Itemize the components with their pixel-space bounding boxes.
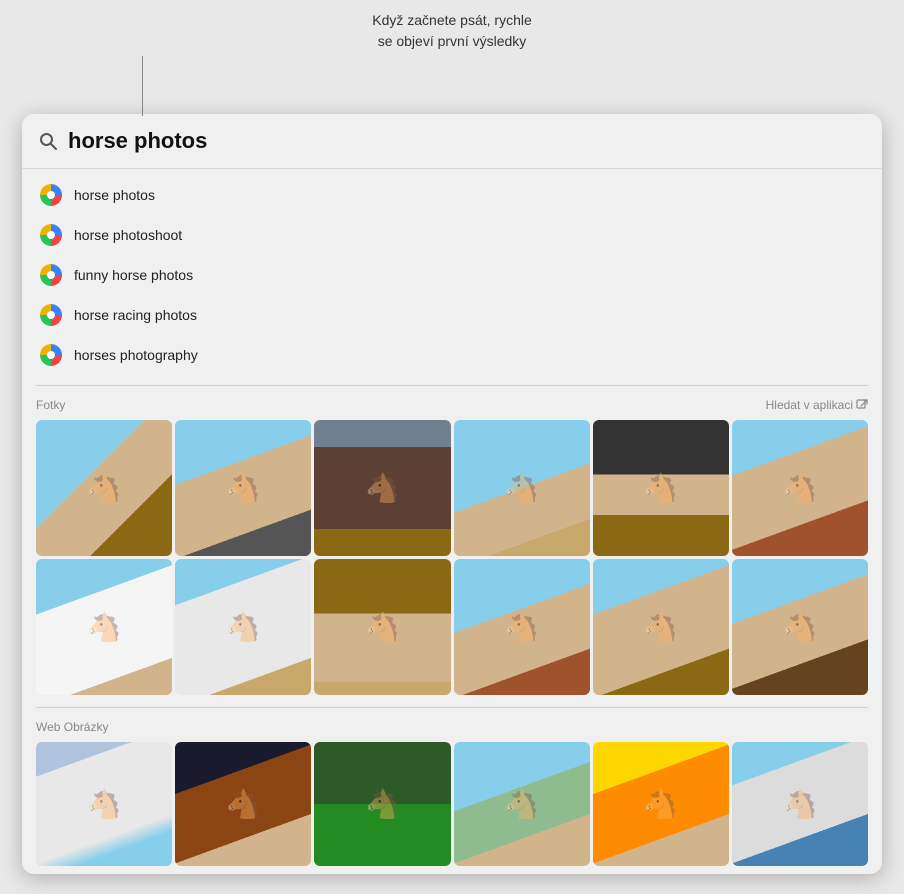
safari-icon-5 (40, 344, 62, 366)
tooltip-container: Když začnete psát, rychle se objeví prvn… (22, 10, 882, 106)
photo-cell-11[interactable] (593, 559, 729, 695)
photos-grid (22, 416, 882, 703)
tooltip-text: Když začnete psát, rychle se objeví prvn… (372, 10, 532, 56)
web-section-header: Web Obrázky (22, 712, 882, 738)
web-section-label: Web Obrázky (36, 720, 108, 734)
web-cell-1[interactable] (36, 742, 172, 866)
suggestion-item-4[interactable]: horse racing photos (22, 295, 882, 335)
search-icon (38, 131, 58, 151)
photo-cell-8[interactable] (175, 559, 311, 695)
search-bar: horse photos (22, 114, 882, 169)
tooltip-line (142, 56, 143, 116)
suggestion-item-5[interactable]: horses photography (22, 335, 882, 375)
web-cell-5[interactable] (593, 742, 729, 866)
divider-1 (36, 385, 868, 386)
photo-cell-2[interactable] (175, 420, 311, 556)
suggestion-item-3[interactable]: funny horse photos (22, 255, 882, 295)
photo-cell-3[interactable] (314, 420, 450, 556)
web-grid (22, 738, 882, 874)
divider-2 (36, 707, 868, 708)
suggestion-text-4: horse racing photos (74, 307, 197, 323)
safari-icon-4 (40, 304, 62, 326)
web-cell-2[interactable] (175, 742, 311, 866)
photo-cell-10[interactable] (454, 559, 590, 695)
photo-cell-9[interactable] (314, 559, 450, 695)
safari-icon-1 (40, 184, 62, 206)
safari-icon-2 (40, 224, 62, 246)
suggestion-item-2[interactable]: horse photoshoot (22, 215, 882, 255)
photos-section-label: Fotky (36, 398, 65, 412)
search-panel: horse photos horse photos horse photosho… (22, 114, 882, 874)
suggestion-text-2: horse photoshoot (74, 227, 182, 243)
web-cell-4[interactable] (454, 742, 590, 866)
suggestion-item-1[interactable]: horse photos (22, 175, 882, 215)
photo-cell-7[interactable] (36, 559, 172, 695)
photos-section-header: Fotky Hledat v aplikaci (22, 390, 882, 416)
photo-cell-1[interactable] (36, 420, 172, 556)
web-cell-6[interactable] (732, 742, 868, 866)
suggestions-list: horse photos horse photoshoot funny hors… (22, 169, 882, 381)
photos-app-link[interactable]: Hledat v aplikaci (766, 398, 868, 412)
suggestion-text-3: funny horse photos (74, 267, 193, 283)
suggestion-text-5: horses photography (74, 347, 198, 363)
search-input[interactable]: horse photos (68, 128, 866, 154)
safari-icon-3 (40, 264, 62, 286)
photo-cell-5[interactable] (593, 420, 729, 556)
photo-cell-6[interactable] (732, 420, 868, 556)
web-cell-3[interactable] (314, 742, 450, 866)
suggestion-text-1: horse photos (74, 187, 155, 203)
photo-cell-4[interactable] (454, 420, 590, 556)
photo-cell-12[interactable] (732, 559, 868, 695)
